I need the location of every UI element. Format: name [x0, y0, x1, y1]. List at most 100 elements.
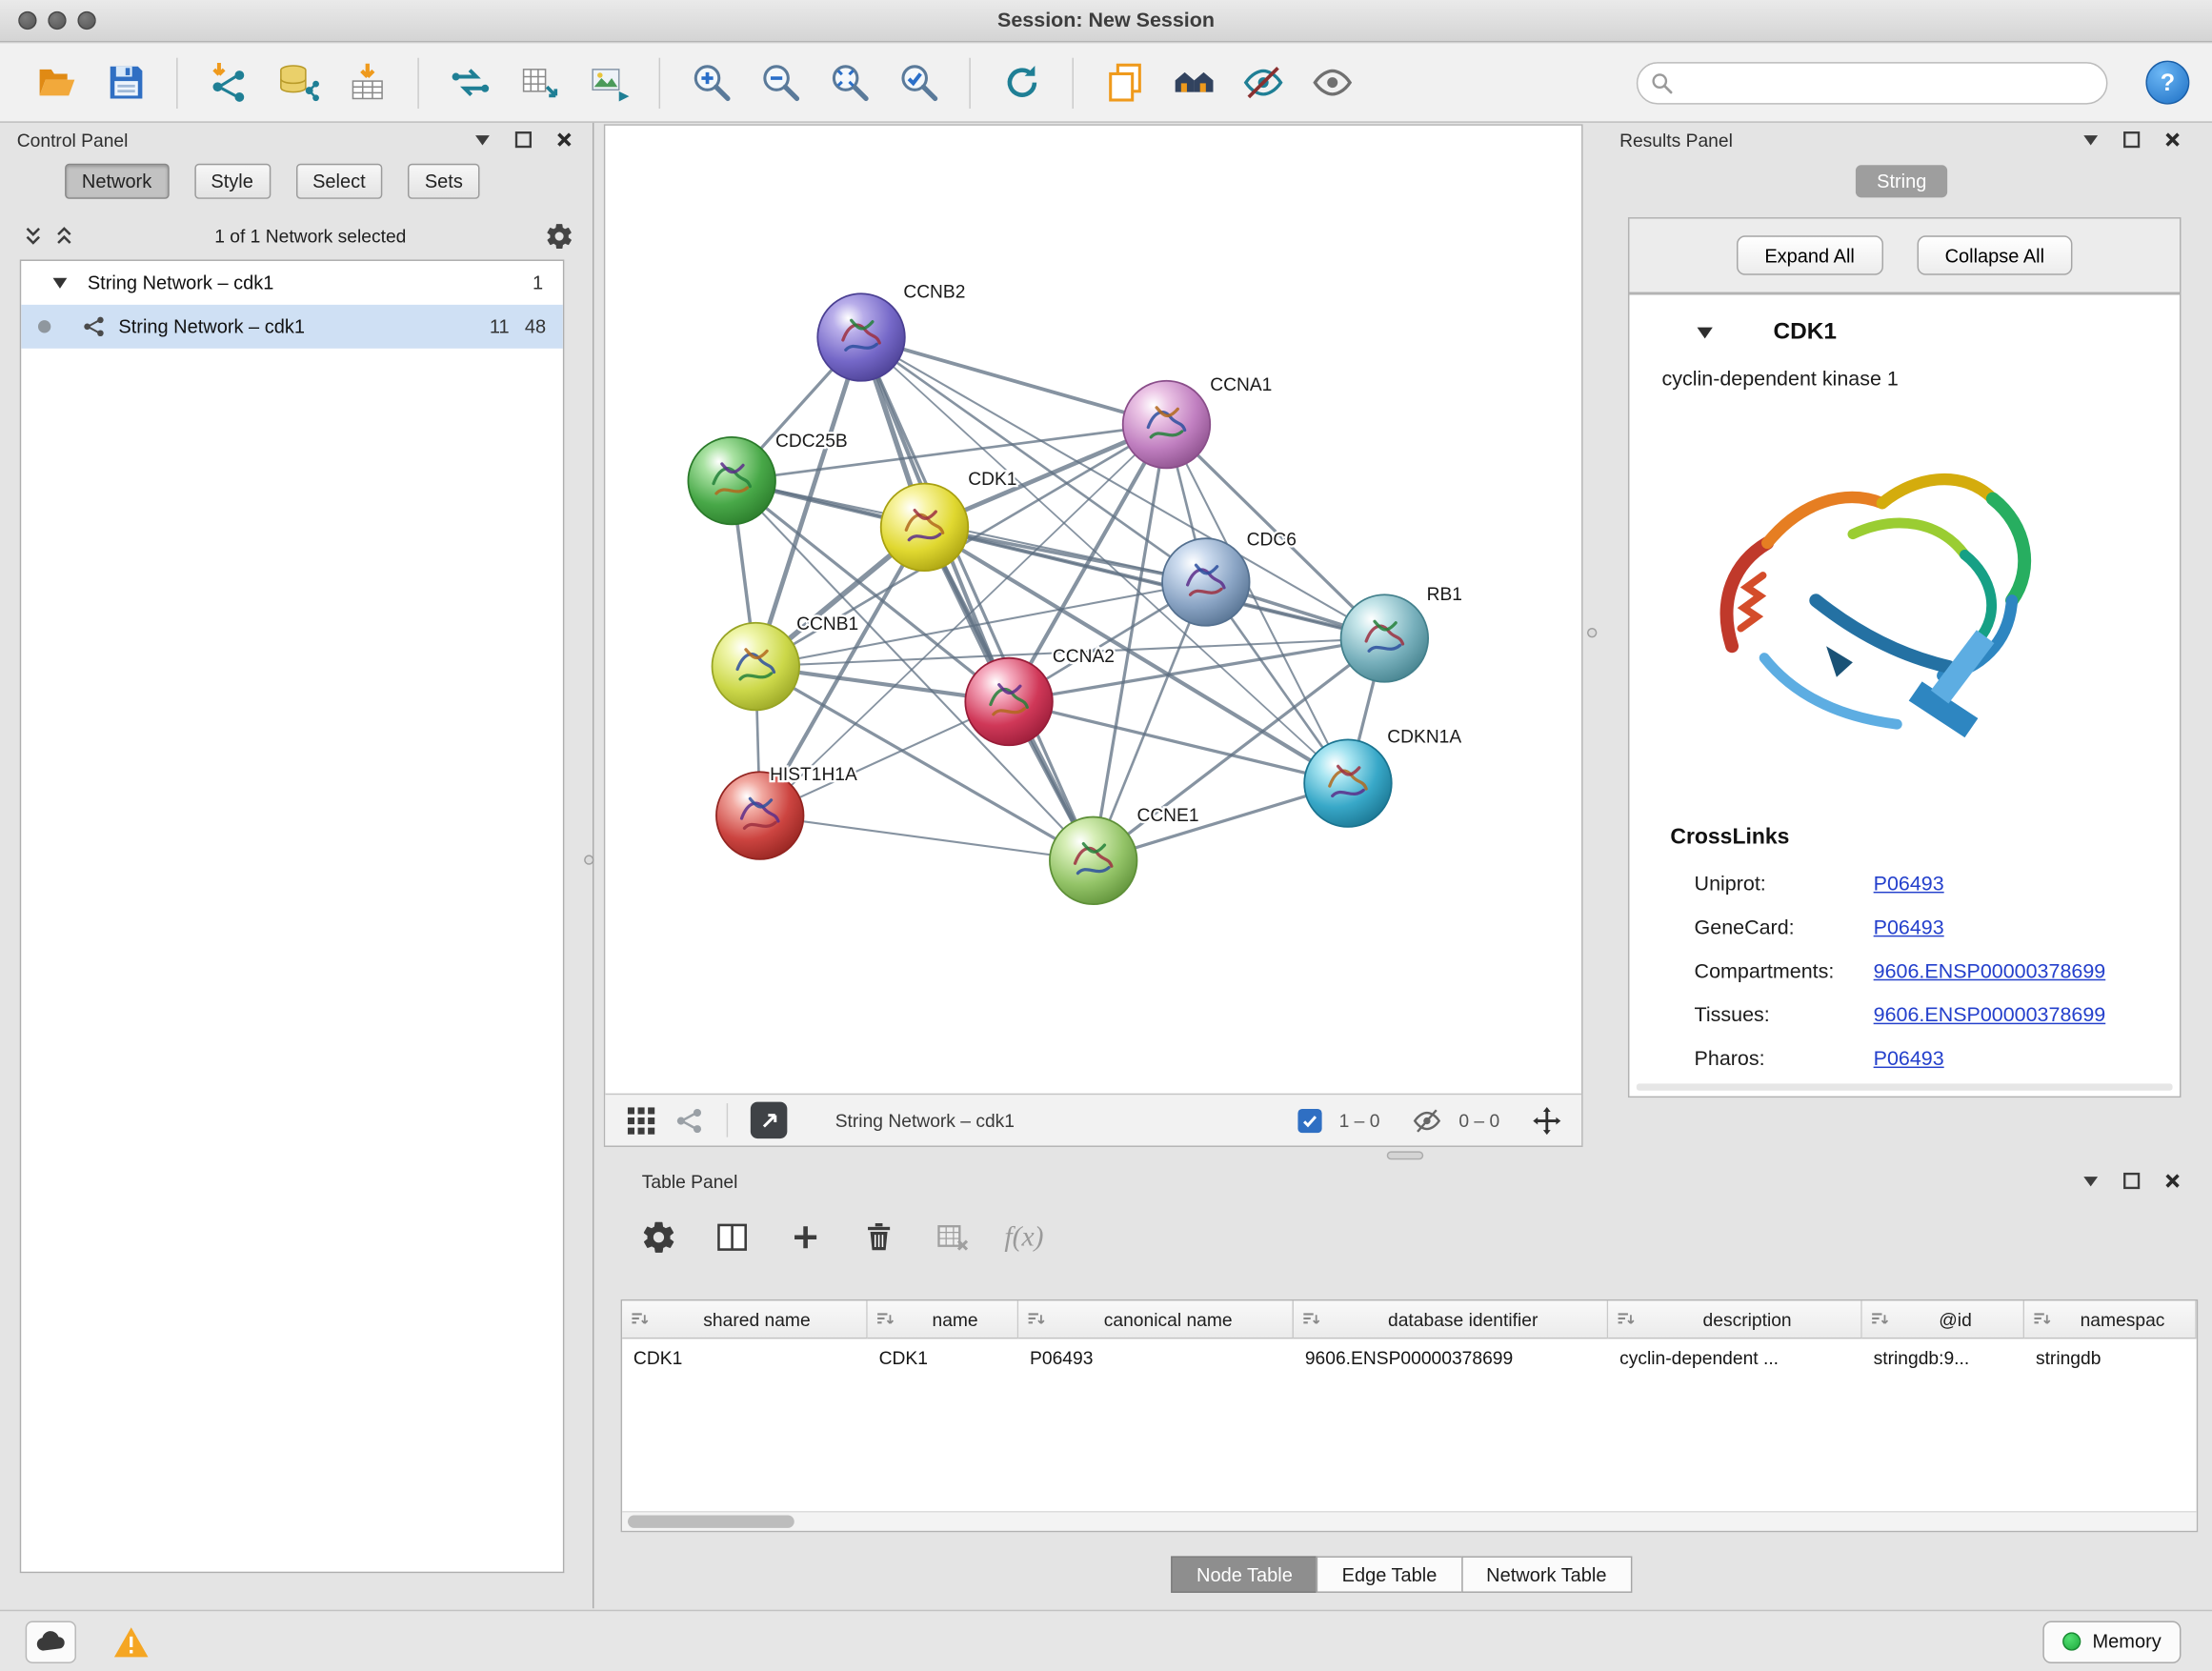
import-network-file-button[interactable]	[200, 53, 256, 112]
add-column-plus-icon[interactable]	[784, 1217, 826, 1258]
import-network-database-button[interactable]	[270, 53, 326, 112]
tab-string[interactable]: String	[1856, 165, 1948, 197]
column-header--id[interactable]: @id	[1862, 1300, 2024, 1339]
network-options-gear-icon[interactable]	[542, 219, 576, 253]
zoom-selected-button[interactable]	[890, 53, 946, 112]
network-node-CCNA1[interactable]	[1123, 381, 1211, 469]
tab-network[interactable]: Network	[65, 164, 169, 199]
protein-card-header[interactable]: CDK1	[1629, 312, 2180, 351]
open-in-browser-icon[interactable]	[751, 1102, 788, 1139]
string-home-button[interactable]	[1165, 53, 1221, 112]
tab-sets[interactable]: Sets	[408, 164, 480, 199]
column-header-database-identifier[interactable]: database identifier	[1294, 1300, 1608, 1339]
network-edge[interactable]	[760, 815, 1094, 860]
delete-column-trash-icon[interactable]	[857, 1217, 899, 1258]
expand-all-button[interactable]: Expand All	[1737, 235, 1883, 274]
network-edge[interactable]	[861, 337, 1166, 425]
help-button[interactable]: ?	[2145, 61, 2189, 105]
export-image-button[interactable]	[580, 53, 636, 112]
column-header-name[interactable]: name	[868, 1300, 1018, 1339]
crosslink-link[interactable]: P06493	[1874, 916, 1944, 939]
export-table-button[interactable]	[511, 53, 567, 112]
column-header-namespac[interactable]: namespac	[2024, 1300, 2197, 1339]
clone-network-button[interactable]	[442, 53, 498, 112]
table-horizontal-scrollbar[interactable]	[622, 1511, 2197, 1531]
open-session-button[interactable]	[29, 53, 85, 112]
warnings-button[interactable]	[108, 1621, 155, 1662]
crosslink-link[interactable]: 9606.ENSP00000378699	[1874, 960, 2106, 983]
network-edge[interactable]	[1009, 701, 1348, 783]
tab-select[interactable]: Select	[295, 164, 382, 199]
column-header-description[interactable]: description	[1608, 1300, 1862, 1339]
tab-node-table[interactable]: Node Table	[1171, 1556, 1317, 1593]
tab-style[interactable]: Style	[194, 164, 271, 199]
close-panel-icon[interactable]	[2162, 1170, 2184, 1193]
close-panel-icon[interactable]	[553, 129, 576, 151]
network-node-CCNB2[interactable]	[817, 293, 905, 381]
hidden-eye-slash-icon[interactable]	[1411, 1105, 1442, 1137]
zoom-fit-button[interactable]	[821, 53, 877, 112]
save-session-button[interactable]	[97, 53, 153, 112]
pan-crosshair-icon[interactable]	[1531, 1105, 1562, 1137]
delete-table-icon[interactable]	[931, 1217, 973, 1258]
close-panel-icon[interactable]	[2162, 129, 2184, 151]
float-panel-icon[interactable]	[2121, 1170, 2143, 1193]
horizontal-splitter-grip[interactable]	[1387, 1151, 1424, 1159]
network-node-CDK1[interactable]	[881, 484, 969, 572]
table-header-row: shared namenamecanonical namedatabase id…	[622, 1300, 2197, 1339]
vertical-splitter-grip[interactable]	[584, 855, 593, 864]
network-view[interactable]: CCNB2CCNA1CDC25BCDK1CDC6RB1CCNB1CCNA2CDK…	[604, 124, 1583, 1147]
network-node-CDC25B[interactable]	[688, 437, 775, 525]
import-table-button[interactable]	[338, 53, 394, 112]
column-sort-icon	[1616, 1309, 1636, 1329]
apply-layout-button[interactable]	[994, 53, 1050, 112]
node-table[interactable]: shared namenamecanonical namedatabase id…	[621, 1299, 2199, 1532]
zoom-in-button[interactable]	[683, 53, 739, 112]
scrollbar-thumb[interactable]	[628, 1515, 794, 1527]
network-node-CCNA2[interactable]	[965, 658, 1053, 746]
search-input[interactable]	[1637, 62, 2108, 104]
collapse-panel-icon[interactable]	[472, 129, 494, 151]
network-node-CDC6[interactable]	[1162, 538, 1250, 626]
collapse-panel-icon[interactable]	[2080, 129, 2102, 151]
protein-card-scrollbar[interactable]	[1637, 1083, 2173, 1090]
hide-glasses-button[interactable]	[1235, 53, 1291, 112]
tab-network-table[interactable]: Network Table	[1461, 1556, 1633, 1593]
vertical-splitter-grip[interactable]	[1587, 628, 1597, 637]
show-columns-icon[interactable]	[711, 1217, 753, 1258]
network-node-RB1[interactable]	[1341, 594, 1429, 682]
table-options-gear-icon[interactable]	[637, 1217, 679, 1258]
network-summary-row: 1 of 1 Network selected	[17, 214, 575, 256]
collapse-all-chevron-icon[interactable]	[17, 222, 49, 251]
network-node-CDKN1A[interactable]	[1304, 739, 1392, 827]
network-collection-row[interactable]: String Network – cdk1 1	[21, 261, 563, 305]
crosslink-link[interactable]: P06493	[1874, 873, 1944, 896]
table-row[interactable]: CDK1CDK1P064939606.ENSP00000378699cyclin…	[622, 1339, 2197, 1377]
memory-button[interactable]: Memory	[2043, 1621, 2182, 1662]
crosslink-link[interactable]: P06493	[1874, 1048, 1944, 1071]
crosslink-link[interactable]: 9606.ENSP00000378699	[1874, 1004, 2106, 1027]
grid-view-icon[interactable]	[625, 1105, 656, 1137]
float-panel-icon[interactable]	[513, 129, 535, 151]
cloud-status-button[interactable]	[26, 1621, 76, 1662]
function-builder-button[interactable]: f(x)	[1004, 1221, 1043, 1254]
show-eye-button[interactable]	[1303, 53, 1359, 112]
copy-style-button[interactable]	[1096, 53, 1153, 112]
column-header-canonical-name[interactable]: canonical name	[1018, 1300, 1294, 1339]
collapse-all-button[interactable]: Collapse All	[1917, 235, 2073, 274]
tab-edge-table[interactable]: Edge Table	[1317, 1556, 1462, 1593]
birds-eye-share-icon[interactable]	[673, 1105, 704, 1137]
collapse-protein-icon[interactable]	[1695, 321, 1716, 342]
column-header-shared-name[interactable]: shared name	[622, 1300, 868, 1339]
network-edge[interactable]	[861, 337, 1094, 860]
tree-expander-icon[interactable]	[50, 273, 69, 292]
network-node-CCNE1[interactable]	[1050, 817, 1137, 905]
collapse-panel-icon[interactable]	[2080, 1170, 2102, 1193]
network-canvas[interactable]: CCNB2CCNA1CDC25BCDK1CDC6RB1CCNB1CCNA2CDK…	[605, 126, 1581, 1094]
expand-all-chevron-icon[interactable]	[48, 222, 79, 251]
network-row-selected[interactable]: String Network – cdk1 11 48	[21, 305, 563, 349]
network-node-CCNB1[interactable]	[713, 623, 800, 711]
float-panel-icon[interactable]	[2121, 129, 2143, 151]
zoom-out-button[interactable]	[752, 53, 808, 112]
selected-checkbox-icon[interactable]	[1298, 1108, 1322, 1132]
